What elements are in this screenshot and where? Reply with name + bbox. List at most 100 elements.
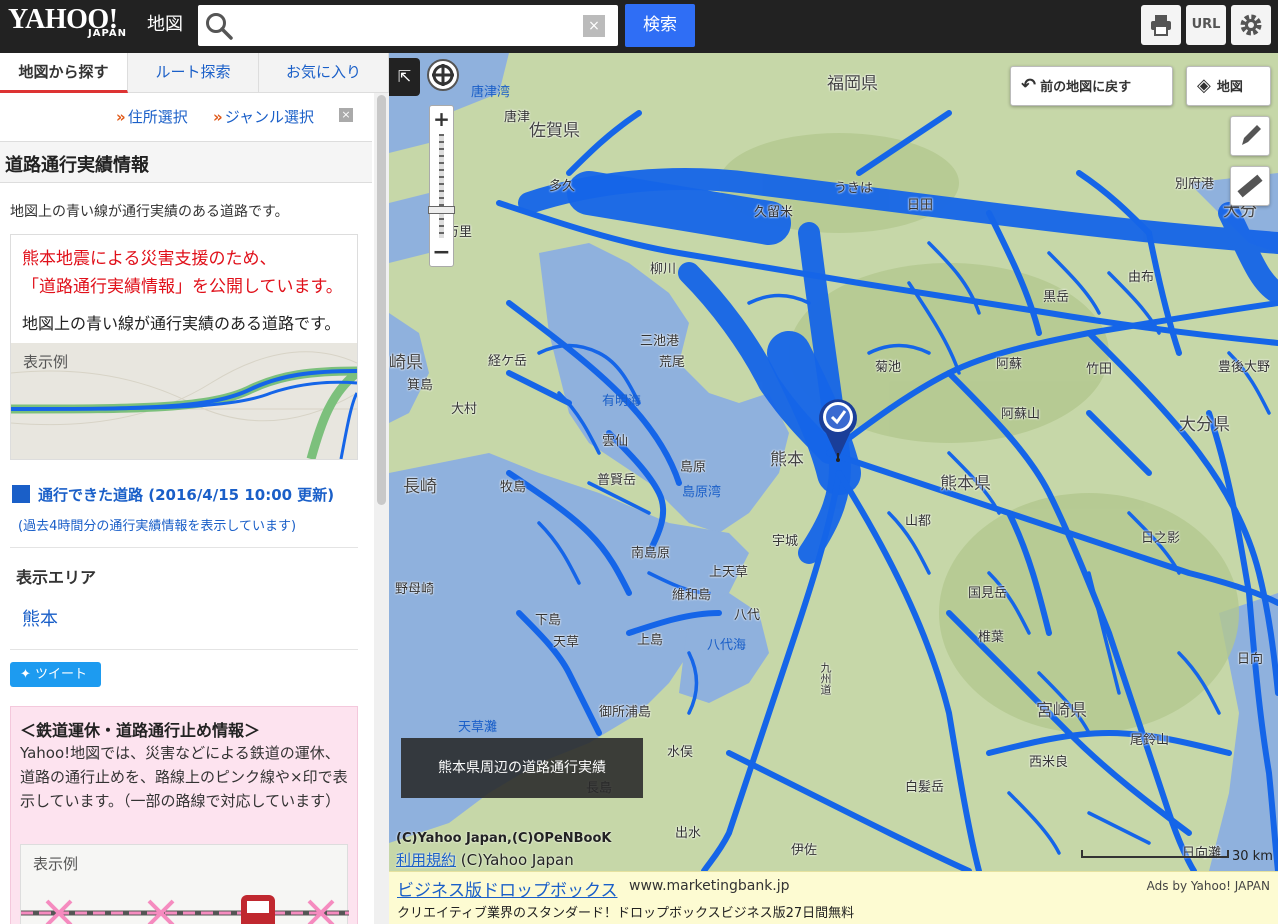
map-label: 野母崎 bbox=[395, 582, 435, 597]
legend-label: 表示例 bbox=[23, 353, 69, 371]
map-label: 宇城 bbox=[772, 534, 799, 549]
ad-provider[interactable]: Ads by Yahoo! JAPAN bbox=[1147, 879, 1270, 893]
map-label: 竹田 bbox=[1086, 362, 1113, 377]
tab-map-search[interactable]: 地図から探す bbox=[0, 53, 128, 93]
measure-button[interactable] bbox=[1230, 166, 1270, 206]
map-label: 上天草 bbox=[709, 565, 749, 580]
zoom-track[interactable] bbox=[439, 134, 444, 238]
map-copyright-yahoo: (C)Yahoo Japan bbox=[460, 851, 574, 869]
printer-icon bbox=[1151, 15, 1171, 36]
tab-bar: 地図から探す ルート探索 お気に入り bbox=[0, 53, 389, 93]
map-label: 雲仙 bbox=[602, 434, 629, 449]
map-label: 牧島 bbox=[500, 480, 527, 495]
undo-arrow-icon: ↶ bbox=[1021, 75, 1037, 96]
map-label: 経ケ岳 bbox=[488, 354, 528, 369]
service-name[interactable]: 地図 bbox=[147, 10, 183, 36]
map-label: 柳川 bbox=[650, 262, 677, 277]
rail-legend-image: 表示例 bbox=[20, 844, 349, 924]
map-layer-button[interactable]: ◈ 地図 bbox=[1186, 66, 1271, 106]
pencil-icon bbox=[1242, 125, 1261, 145]
notice-alert: 熊本地震による災害支援のため、 「道路通行実績情報」を公開しています。 bbox=[22, 245, 362, 301]
map-label: 天草 bbox=[553, 635, 580, 650]
map-label: 出水 bbox=[675, 826, 702, 841]
search-button[interactable]: 検索 bbox=[625, 4, 695, 47]
url-button[interactable]: URL bbox=[1186, 5, 1226, 45]
map-label: 島原湾 bbox=[682, 485, 722, 500]
close-icon[interactable]: × bbox=[339, 108, 353, 122]
layer-button-label: 地図 bbox=[1216, 80, 1243, 95]
map-label: 八代海 bbox=[707, 638, 747, 653]
ad-description: クリエイティブ業界のスタンダード！ドロップボックスビジネス版27日間無料 bbox=[397, 906, 855, 921]
sidebar-scrollbar[interactable] bbox=[374, 93, 389, 924]
logo-sub: JAPAN bbox=[88, 28, 127, 39]
map-label: 大分県 bbox=[1179, 415, 1230, 435]
header: YAHOO! JAPAN 地図 × 検索 URL bbox=[0, 0, 1278, 53]
zoom-in-button[interactable]: + bbox=[430, 106, 453, 132]
gear-icon bbox=[1240, 14, 1262, 36]
clear-search-button[interactable]: × bbox=[583, 15, 605, 37]
print-button[interactable] bbox=[1141, 5, 1181, 45]
area-link[interactable]: 熊本 bbox=[22, 605, 58, 631]
map-label: 宮崎県 bbox=[1036, 701, 1087, 721]
map-label: 豊後大野 bbox=[1218, 360, 1271, 375]
divider bbox=[10, 547, 358, 548]
map-label: 阿蘇山 bbox=[1001, 407, 1041, 422]
genre-select-link[interactable]: » ジャンル選択 bbox=[213, 106, 314, 127]
notice-alert-line1: 熊本地震による災害支援のため、 bbox=[22, 249, 277, 269]
tab-route-search[interactable]: ルート探索 bbox=[128, 53, 259, 93]
tab-favorites[interactable]: お気に入り bbox=[259, 53, 389, 93]
ad-banner[interactable]: ビジネス版ドロップボックス www.marketingbank.jp Ads b… bbox=[389, 871, 1278, 924]
map-label: 日之影 bbox=[1141, 531, 1181, 546]
compass-button[interactable] bbox=[427, 59, 459, 91]
area-label: 表示エリア bbox=[16, 568, 97, 587]
address-select-link[interactable]: » 住所選択 bbox=[116, 106, 188, 127]
map-label: 日向 bbox=[1237, 652, 1264, 667]
sidebar: 地図から探す ルート探索 お気に入り » 住所選択 » ジャンル選択 × 道路通行実… bbox=[0, 53, 389, 924]
double-chevron-icon: » bbox=[213, 108, 223, 126]
map-label: うきは bbox=[834, 181, 874, 196]
map-label: 普賢岳 bbox=[597, 473, 637, 488]
map-label: 尾鈴山 bbox=[1130, 733, 1170, 748]
collapse-sidebar-button[interactable]: ⇱ bbox=[389, 58, 420, 96]
map-label: 黒岳 bbox=[1043, 290, 1070, 305]
scale-bar bbox=[1081, 850, 1229, 858]
scale-label: 30 km bbox=[1232, 849, 1273, 864]
map-label: 佐賀県 bbox=[529, 121, 580, 141]
map-label: 西米良 bbox=[1029, 755, 1069, 770]
divider bbox=[10, 649, 358, 650]
zoom-out-button[interactable]: − bbox=[430, 240, 453, 266]
map-label: 多久 bbox=[549, 179, 576, 194]
double-chevron-icon: » bbox=[116, 108, 126, 126]
map-label: 維和島 bbox=[672, 588, 712, 603]
map-label: 上島 bbox=[637, 633, 664, 648]
ad-title-link[interactable]: ビジネス版ドロップボックス bbox=[397, 876, 618, 901]
map-label: 山都 bbox=[905, 514, 932, 529]
zoom-control: + − bbox=[428, 105, 455, 267]
back-to-previous-map-button[interactable]: ↶ 前の地図に戻す bbox=[1010, 66, 1173, 106]
terms-link[interactable]: 利用規約 bbox=[396, 851, 456, 869]
zoom-slider-handle[interactable] bbox=[428, 206, 455, 214]
map-caption: 熊本県周辺の道路通行実績 bbox=[401, 738, 643, 798]
map-label: 八代 bbox=[734, 608, 761, 623]
rail-info-body: Yahoo!地図では、災害などによる鉄道の運休、道路の通行止めを、路線上のピンク… bbox=[20, 744, 348, 810]
draw-button[interactable] bbox=[1230, 116, 1270, 156]
genre-select-label: ジャンル選択 bbox=[224, 108, 314, 126]
section-title: 道路通行実績情報 bbox=[0, 141, 372, 183]
back-button-label: 前の地図に戻す bbox=[1040, 80, 1132, 95]
map-label: 熊本県 bbox=[940, 474, 991, 494]
settings-button[interactable] bbox=[1231, 5, 1271, 45]
arrow-up-left-icon: ⇱ bbox=[397, 67, 412, 86]
notice-text: 地図上の青い線が通行実績のある道路です。 bbox=[22, 314, 341, 333]
map-canvas[interactable]: 福岡県 佐賀県 熊本県 大分県 宮崎県 崎県 唐津湾 有明海 島原湾 八代海 天… bbox=[389, 53, 1278, 871]
rail-info-box: ＜鉄道運休・道路通行止め情報＞ Yahoo!地図では、災害などによる鉄道の運休、… bbox=[10, 706, 358, 924]
tweet-button[interactable]: ✦ ツイート bbox=[10, 662, 101, 687]
map-copyright-line: 利用規約 (C)Yahoo Japan bbox=[396, 849, 574, 870]
map-copyright: (C)Yahoo Japan,(C)OPeNBooK bbox=[396, 831, 612, 846]
map-label: 福岡県 bbox=[827, 74, 878, 94]
search-input[interactable] bbox=[242, 9, 572, 42]
scroll-thumb[interactable] bbox=[377, 95, 386, 505]
search-box: × bbox=[198, 5, 618, 46]
map-label: 箕島 bbox=[407, 378, 434, 393]
map-label: 荒尾 bbox=[659, 355, 686, 370]
passable-note: (過去4時間分の通行実績情報を表示しています) bbox=[18, 519, 297, 534]
